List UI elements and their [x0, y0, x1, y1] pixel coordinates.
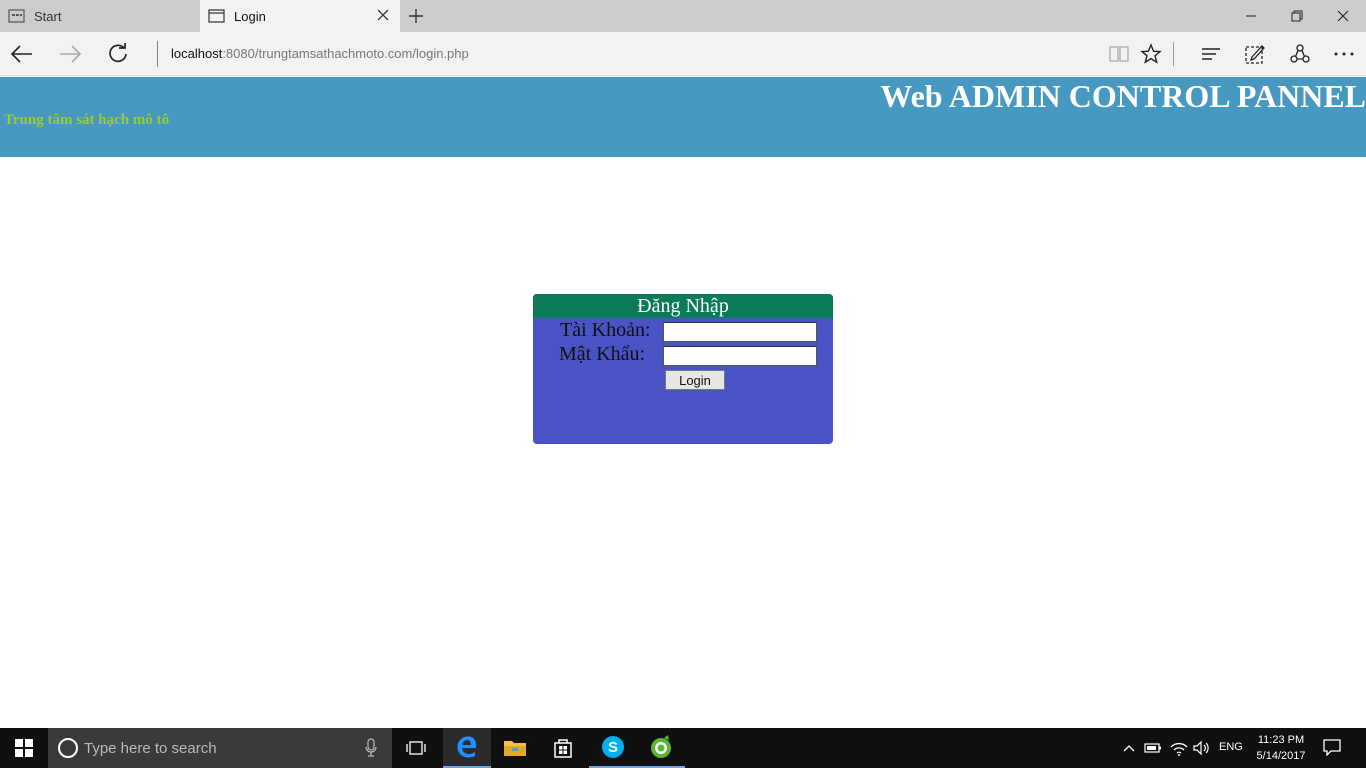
- input-language[interactable]: ENG: [1219, 741, 1243, 753]
- taskbar: Type here to search S ENG 11:23 PM 5/14/…: [0, 728, 1366, 768]
- battery-icon[interactable]: [1143, 738, 1163, 758]
- url-path: :8080/trungtamsathachmoto.com/login.php: [222, 46, 469, 61]
- windows-start-icon[interactable]: [0, 728, 48, 768]
- start-page-icon: [8, 9, 26, 23]
- tab-login[interactable]: Login: [200, 0, 400, 32]
- url-host: localhost: [171, 46, 223, 61]
- login-panel: Đăng Nhập Tài Khoản: Mật Khẩu: Login: [533, 294, 833, 444]
- username-input[interactable]: [663, 322, 817, 342]
- minimize-icon[interactable]: [1228, 0, 1274, 32]
- coccoc-icon[interactable]: [637, 728, 685, 768]
- taskbar-search[interactable]: Type here to search: [48, 728, 392, 768]
- page-icon: [208, 9, 226, 23]
- address-divider: [157, 41, 158, 67]
- edge-icon[interactable]: [443, 728, 491, 768]
- tab-strip: Start Login: [0, 0, 1366, 32]
- address-field[interactable]: localhost:8080/trungtamsathachmoto.com/l…: [171, 46, 469, 61]
- share-icon[interactable]: [1288, 42, 1312, 66]
- close-tab-icon[interactable]: [376, 8, 390, 22]
- navigation-bar: localhost:8080/trungtamsathachmoto.com/l…: [0, 32, 1366, 76]
- tab-login-label: Login: [234, 8, 266, 24]
- clock-time: 11:23 PM: [1257, 734, 1305, 746]
- tab-start-label: Start: [34, 8, 62, 24]
- file-explorer-icon[interactable]: [491, 728, 539, 768]
- page-title: Web ADMIN CONTROL PANNEL: [880, 78, 1366, 114]
- close-window-icon[interactable]: [1320, 0, 1366, 32]
- restore-icon[interactable]: [1274, 0, 1320, 32]
- web-note-icon[interactable]: [1243, 42, 1267, 66]
- forward-icon[interactable]: [58, 42, 82, 66]
- new-tab-icon[interactable]: [404, 6, 428, 26]
- hub-icon[interactable]: [1199, 42, 1223, 66]
- clock-date: 5/14/2017: [1256, 750, 1306, 762]
- login-title: Đăng Nhập: [533, 294, 833, 318]
- wifi-icon[interactable]: [1169, 738, 1189, 758]
- username-label: Tài Khoản:: [560, 319, 651, 341]
- password-input[interactable]: [663, 346, 817, 366]
- action-center-icon[interactable]: [1322, 738, 1344, 758]
- task-view-icon[interactable]: [392, 728, 440, 768]
- favorite-star-icon[interactable]: [1139, 42, 1163, 66]
- clock[interactable]: 11:23 PM 5/14/2017: [1250, 732, 1312, 764]
- back-icon[interactable]: [10, 42, 34, 66]
- cortana-icon: [58, 738, 78, 758]
- search-placeholder: Type here to search: [84, 740, 217, 757]
- chevron-up-icon[interactable]: [1119, 738, 1139, 758]
- skype-icon[interactable]: S: [589, 728, 637, 768]
- login-button[interactable]: Login: [665, 370, 725, 390]
- password-label: Mật Khẩu:: [559, 343, 646, 365]
- svg-text:S: S: [608, 739, 618, 756]
- volume-icon[interactable]: [1191, 738, 1211, 758]
- page-header: Web ADMIN CONTROL PANNEL Trung tâm sát h…: [0, 77, 1366, 157]
- more-icon[interactable]: [1332, 42, 1356, 66]
- site-subtitle: Trung tâm sát hạch mô tô: [4, 112, 170, 128]
- store-icon[interactable]: [539, 728, 587, 768]
- refresh-icon[interactable]: [106, 42, 130, 66]
- tab-start[interactable]: Start: [0, 0, 200, 32]
- toolbar-divider: [1173, 42, 1174, 66]
- reading-view-icon[interactable]: [1107, 42, 1131, 66]
- microphone-icon[interactable]: [364, 738, 378, 758]
